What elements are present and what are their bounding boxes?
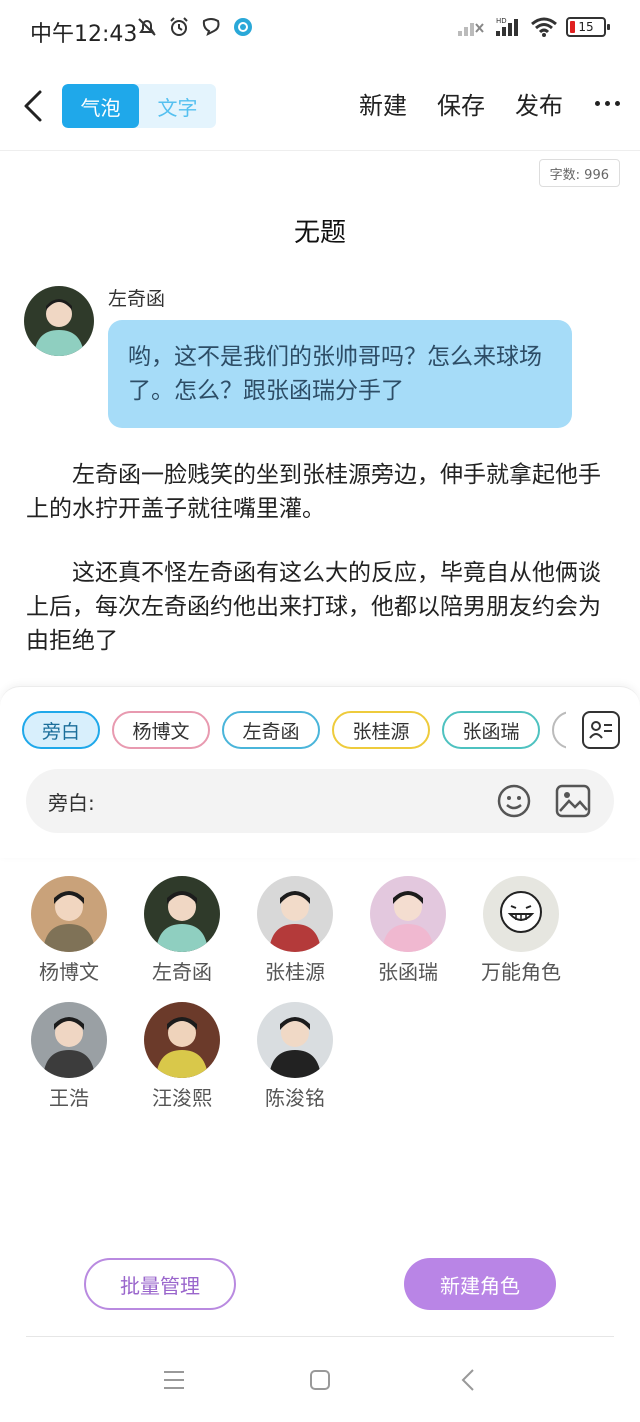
svg-text:HD: HD xyxy=(496,17,507,25)
character-avatar xyxy=(144,876,220,952)
chip-character-partial[interactable] xyxy=(552,711,566,749)
batch-manage-button[interactable]: 批量管理 xyxy=(84,1258,236,1310)
character-card[interactable]: 杨博文 xyxy=(10,876,128,985)
image-icon[interactable] xyxy=(554,783,592,819)
chat-app-icon xyxy=(202,18,220,36)
battery-level: 15 xyxy=(578,20,594,34)
character-avatar xyxy=(31,1002,107,1078)
character-card[interactable]: 左奇函 xyxy=(123,876,241,985)
character-name: 左奇函 xyxy=(152,960,212,984)
character-name: 陈浚铭 xyxy=(265,1086,325,1110)
signal-hd-icon: HD xyxy=(496,17,518,36)
character-name: 汪浚熙 xyxy=(152,1086,212,1110)
signal-weak-icon xyxy=(458,23,484,36)
status-time: 中午12:43 xyxy=(30,22,138,47)
character-card[interactable]: 张函瑞 xyxy=(349,876,467,985)
status-icons-right: HD 15 xyxy=(456,16,610,38)
new-button[interactable]: 新建 xyxy=(359,86,407,121)
chip-character[interactable]: 左奇函 xyxy=(222,711,320,749)
chip-narrator[interactable]: 旁白 xyxy=(22,711,100,749)
publish-button[interactable]: 发布 xyxy=(515,86,563,121)
recent-apps-button[interactable] xyxy=(154,1364,194,1396)
character-card[interactable]: 王浩 xyxy=(10,1002,128,1111)
editor-toolbar: 气泡 文字 新建 保存 发布 xyxy=(0,78,640,136)
input-speaker-label: 旁白: xyxy=(48,791,95,815)
contacts-icon xyxy=(589,721,612,739)
chip-character[interactable]: 张桂源 xyxy=(332,711,430,749)
home-square-icon xyxy=(310,1370,330,1390)
character-avatar xyxy=(483,876,559,952)
home-button[interactable] xyxy=(300,1364,340,1396)
character-name: 杨博文 xyxy=(39,960,99,984)
toolbar-actions: 新建 保存 发布 xyxy=(359,86,620,121)
narration-paragraph[interactable]: 左奇函一脸贱笑的坐到张桂源旁边，伸手就拿起他手上的水拧开盖子就往嘴里灌。 xyxy=(26,458,616,526)
menu-icon xyxy=(164,1371,184,1389)
speaker-avatar xyxy=(24,286,94,356)
character-card[interactable]: 万能角色 xyxy=(462,876,580,985)
chip-character[interactable]: 杨博文 xyxy=(112,711,210,749)
back-triangle-icon xyxy=(461,1369,474,1391)
status-bar: 中午12:43 HD 15 xyxy=(0,0,640,62)
character-avatar xyxy=(257,1002,333,1078)
app-notification-icon xyxy=(234,18,252,36)
character-list-button[interactable] xyxy=(582,711,620,749)
narration-paragraph[interactable]: 这还真不怪左奇函有这么大的反应，毕竟自从他俩谈上后，每次左奇函约他出来打球，他都… xyxy=(26,556,616,658)
more-menu-button[interactable] xyxy=(593,101,620,106)
character-card[interactable]: 陈浚铭 xyxy=(236,1002,354,1111)
new-character-button[interactable]: 新建角色 xyxy=(404,1258,556,1310)
status-icons-left xyxy=(136,16,254,38)
emoji-icon[interactable] xyxy=(496,783,532,819)
dialogue-input-field[interactable]: 旁白: xyxy=(26,769,614,833)
alarm-icon xyxy=(170,17,188,36)
document-title[interactable]: 无题 xyxy=(0,212,640,249)
chevron-left-icon xyxy=(24,90,42,122)
save-button[interactable]: 保存 xyxy=(437,86,485,121)
character-avatar xyxy=(144,1002,220,1078)
character-card[interactable]: 汪浚熙 xyxy=(123,1002,241,1111)
speech-bubble[interactable]: 哟，这不是我们的张帅哥吗？怎么来球场了。怎么？跟张函瑞分手了 xyxy=(108,320,572,428)
tab-text[interactable]: 文字 xyxy=(139,84,216,128)
character-chip-row: 旁白 杨博文 左奇函 张桂源 张函瑞 xyxy=(22,711,566,751)
mode-toggle: 气泡 文字 xyxy=(62,84,216,128)
wifi-icon xyxy=(531,17,557,37)
divider xyxy=(0,150,640,151)
system-back-button[interactable] xyxy=(448,1364,488,1396)
word-count-badge: 字数: 996 xyxy=(538,159,620,187)
character-card[interactable]: 张桂源 xyxy=(236,876,354,985)
back-button[interactable] xyxy=(18,86,48,126)
tab-bubble[interactable]: 气泡 xyxy=(62,84,139,128)
battery-icon: 15 xyxy=(566,17,610,37)
dialogue-input-panel: 旁白 杨博文 左奇函 张桂源 张函瑞 旁白: xyxy=(0,686,640,858)
character-avatar xyxy=(257,876,333,952)
divider xyxy=(26,1336,614,1337)
character-avatar xyxy=(31,876,107,952)
mute-bell-icon xyxy=(138,18,156,36)
system-nav-bar xyxy=(0,1350,640,1410)
character-name: 张桂源 xyxy=(265,960,325,984)
character-avatar xyxy=(370,876,446,952)
speaker-name: 左奇函 xyxy=(108,288,166,310)
character-name: 张函瑞 xyxy=(378,960,438,984)
character-name: 万能角色 xyxy=(481,960,561,984)
chip-character[interactable]: 张函瑞 xyxy=(442,711,540,749)
character-name: 王浩 xyxy=(49,1086,89,1110)
